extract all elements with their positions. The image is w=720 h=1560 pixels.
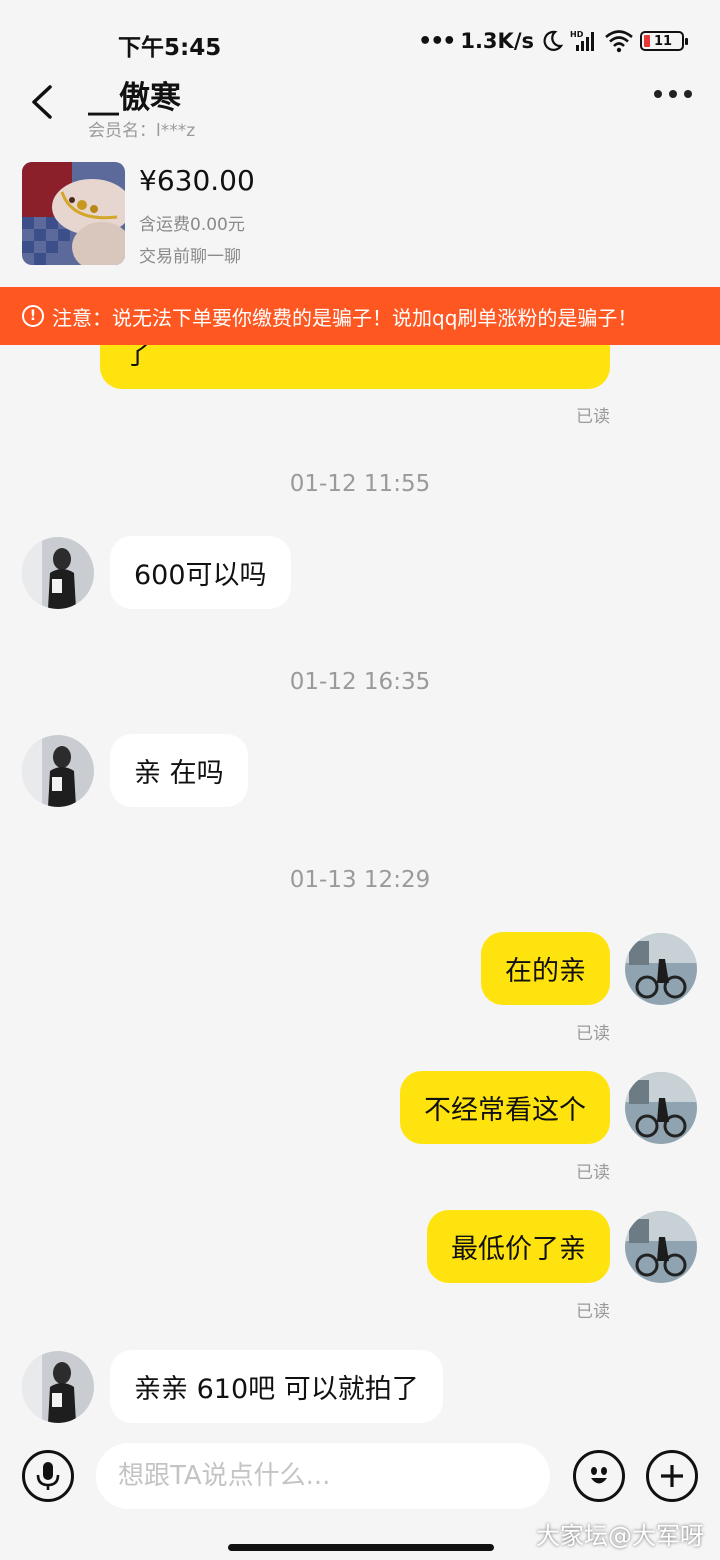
moon-icon [540,29,564,53]
message-bubble-outgoing[interactable]: 最低价了亲 [427,1210,610,1283]
product-card[interactable]: ¥630.00 含运费0.00元 交易前聊一聊 [22,162,698,267]
back-button[interactable] [28,82,58,122]
microphone-icon [36,1462,60,1490]
message-list[interactable]: 了 已读 01-12 11:55 600可以吗 01-12 16:35 亲 在吗… [0,345,720,1435]
contact-avatar[interactable] [22,1351,94,1423]
home-indicator[interactable] [228,1544,494,1551]
message-text: 最低价了亲 [451,1234,586,1265]
contact-avatar[interactable] [22,537,94,609]
voice-button[interactable] [22,1450,74,1502]
message-text: 亲 在吗 [134,758,224,789]
member-id: 会员名：l***z [88,121,196,141]
network-speed: 1.3K/s [460,29,534,53]
message-bubble-outgoing[interactable]: 在的亲 [481,932,610,1005]
more-dot-icon [669,90,677,98]
message-bubble-incoming[interactable]: 亲 在吗 [110,734,248,807]
svg-text:HD: HD [570,30,584,39]
timestamp: 01-12 16:35 [289,669,431,695]
my-avatar[interactable] [625,1072,697,1144]
wifi-icon [604,29,634,53]
read-receipt: 已读 [576,1163,610,1183]
timestamp: 01-13 12:29 [289,867,431,893]
contact-name: __傲寒 [88,80,181,116]
emoji-button[interactable] [573,1450,625,1502]
more-dot-icon [684,90,692,98]
read-receipt: 已读 [576,407,610,427]
more-options-button[interactable] [654,90,692,98]
message-text: 不经常看这个 [424,1095,586,1126]
alert-icon: ! [22,305,44,327]
plus-button[interactable] [646,1450,698,1502]
shipping-fee: 含运费0.00元 [139,215,245,235]
product-image[interactable] [22,162,125,265]
chevron-left-icon [32,85,52,119]
plus-icon [661,1465,683,1487]
message-bubble-incoming[interactable]: 亲亲 610吧 可以就拍了 [110,1350,443,1423]
contact-avatar[interactable] [22,735,94,807]
more-dot-icon [654,90,662,98]
notification-dots: ••• [418,28,456,54]
scam-warning-banner: ! 注意：说无法下单要你缴费的是骗子！说加qq刷单涨粉的是骗子！ [0,287,720,345]
message-bubble-outgoing[interactable]: 了 [100,345,610,389]
status-indicators: ••• 1.3K/s HD 11 [418,26,688,56]
emoji-icon [591,1467,607,1484]
read-receipt: 已读 [576,1302,610,1322]
timestamp: 01-12 11:55 [289,471,431,497]
message-bubble-outgoing[interactable]: 不经常看这个 [400,1071,610,1144]
battery-level: 11 [654,33,673,49]
message-input[interactable] [96,1443,550,1509]
input-bar [0,1435,720,1525]
chat-header: __傲寒 会员名：l***z [0,70,720,150]
message-text: 600可以吗 [134,560,267,591]
my-avatar[interactable] [625,1211,697,1283]
my-avatar[interactable] [625,933,697,1005]
message-text: 亲亲 610吧 可以就拍了 [134,1374,419,1405]
message-bubble-incoming[interactable]: 600可以吗 [110,536,291,609]
read-receipt: 已读 [576,1024,610,1044]
battery-icon: 11 [640,31,688,51]
status-bar: 下午5:45 ••• 1.3K/s HD 11 [0,0,720,70]
warning-text: 注意：说无法下单要你缴费的是骗子！说加qq刷单涨粉的是骗子！ [52,305,638,330]
watermark: 大家坛@大军呀 [536,1522,704,1550]
status-time: 下午5:45 [118,35,222,61]
signal-icon: HD [570,29,598,53]
chat-hint: 交易前聊一聊 [139,247,241,267]
message-text: 了 [124,345,151,371]
product-price: ¥630.00 [139,164,255,197]
message-text: 在的亲 [505,956,586,987]
